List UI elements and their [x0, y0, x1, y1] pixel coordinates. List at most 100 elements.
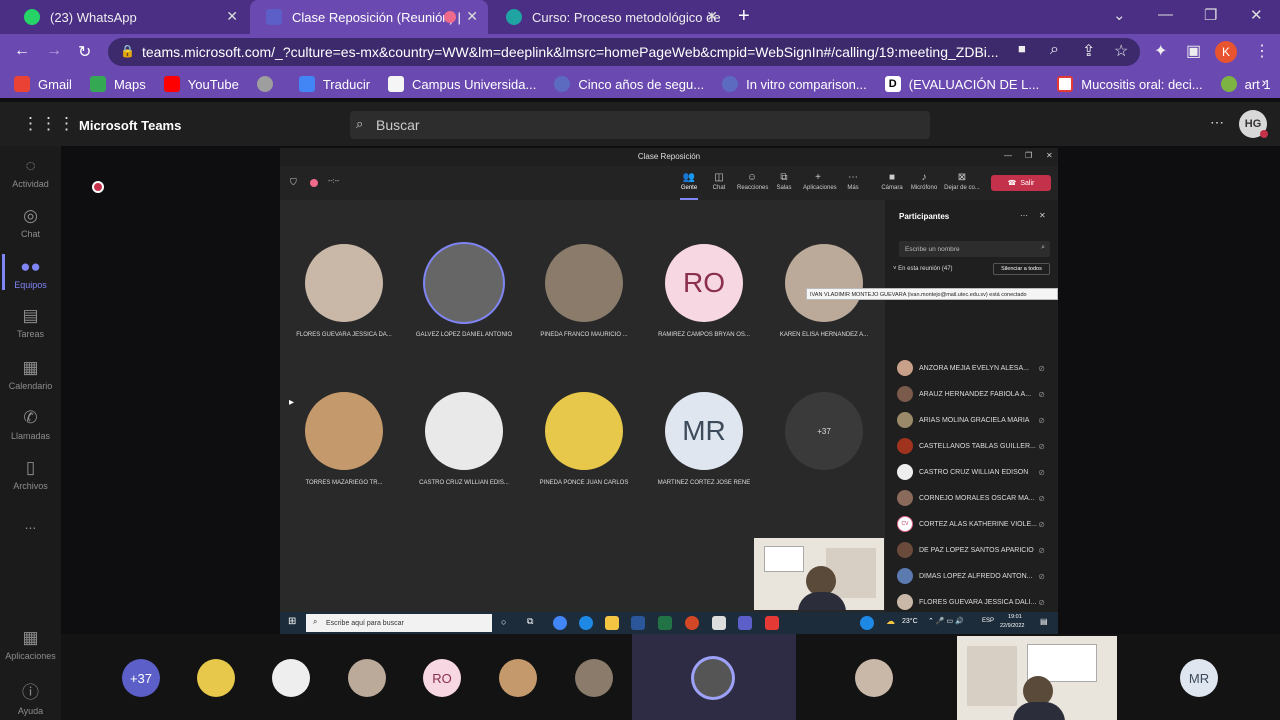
sidepanel-icon[interactable]: ▣ — [1186, 41, 1201, 61]
reload-icon[interactable]: ↻ — [78, 42, 91, 62]
pdf-icon — [1057, 76, 1074, 92]
tab-search-icon[interactable]: ⌄ — [1113, 6, 1126, 24]
profile-avatar[interactable]: K — [1215, 41, 1237, 63]
search-input[interactable]: ⌕ Buscar — [350, 111, 930, 139]
minimize-icon: — — [1004, 151, 1012, 160]
participant-name: PINEDA PONCE JUAN CARLOS — [539, 480, 629, 486]
more-options-icon[interactable]: ⋯ — [1210, 114, 1224, 131]
extensions-icon[interactable]: ✦ — [1154, 41, 1167, 61]
help-icon — [860, 616, 874, 630]
maximize-button[interactable]: ❐ — [1204, 6, 1217, 24]
search-icon: ⌕ — [1041, 244, 1045, 251]
self-view-tile[interactable] — [957, 636, 1117, 720]
window-image — [967, 646, 1017, 706]
minimize-button[interactable]: — — [1158, 6, 1173, 23]
avatar: RO — [665, 244, 743, 322]
people-button: 👥 Gente — [674, 172, 704, 191]
apps-button: + Aplicaciones — [803, 172, 837, 191]
close-icon[interactable]: ✕ — [706, 8, 718, 25]
bookmark-label: Mucositis oral: deci... — [1081, 76, 1203, 92]
rail-item-llamadas[interactable]: ✆ Llamadas — [0, 408, 61, 441]
share-icon[interactable]: ⇪ — [1082, 41, 1095, 61]
bookmark-invitro[interactable]: In vitro comparison... — [722, 76, 867, 92]
bookmark-youtube[interactable]: YouTube — [163, 76, 239, 92]
more-bookmarks-icon[interactable]: › — [1261, 74, 1266, 90]
rail-item-aplicaciones[interactable]: ▦ Aplicaciones — [0, 628, 61, 661]
rail-item-actividad[interactable]: ◌ Actividad — [0, 156, 61, 189]
bookmark-label: Campus Universida... — [412, 76, 537, 92]
bookmark-gmail[interactable]: Gmail — [14, 76, 72, 92]
participant-avatar[interactable] — [499, 659, 537, 697]
bookmark-label: art 1 — [1244, 76, 1271, 92]
app-launcher-icon[interactable]: ⋮⋮⋮ — [22, 114, 76, 134]
lock-icon: 🔒 — [120, 44, 135, 58]
powerpoint-icon — [685, 616, 699, 630]
rail-item-tareas[interactable]: ▤ Tareas — [0, 306, 61, 339]
tab-curso[interactable]: Curso: Proceso metodológico de ✕ — [490, 0, 728, 34]
avatar — [545, 244, 623, 322]
participant-avatar[interactable] — [575, 659, 613, 697]
bookmark-label: YouTube — [187, 76, 239, 92]
tray-icons: ⌃ 🎤 ▭ 🔊 — [928, 618, 964, 625]
toolbar-label: Reacciones — [737, 185, 769, 191]
recording-icon — [444, 11, 456, 23]
bookmark-evaluacion[interactable]: D (EVALUACIÓN DE L... — [884, 76, 1039, 92]
people-icon: 👥 — [682, 172, 696, 183]
menu-dots-icon[interactable]: ⋮ — [1254, 41, 1270, 61]
video-tile: TORRES MAZARIEGO TR... — [284, 392, 404, 486]
bookmark-maps[interactable]: Maps — [89, 76, 146, 92]
chat-icon: ◎ — [23, 206, 38, 225]
tab-whatsapp[interactable]: (23) WhatsApp ✕ — [8, 0, 248, 34]
bookmark-campus[interactable]: Campus Universida... — [388, 76, 536, 92]
avatar: MR — [665, 392, 743, 470]
close-window-button[interactable]: ✕ — [1250, 6, 1263, 24]
participant-row: FLORES GUEVARA JESSICA DALI... ⊘ — [897, 592, 1053, 612]
participant-avatar[interactable]: RO — [423, 659, 461, 697]
rail-item-chat[interactable]: ◎ Chat — [0, 206, 61, 239]
more-apps-icon[interactable]: ... — [0, 516, 61, 532]
bell-icon: ◌ — [25, 156, 36, 175]
bookmark-cinco[interactable]: Cinco años de segu... — [554, 76, 704, 92]
participant-avatar[interactable] — [348, 659, 386, 697]
reactions-icon: ☺ — [746, 172, 758, 183]
rail-item-archivos[interactable]: ▯ Archivos — [0, 458, 61, 491]
overflow-count-avatar[interactable]: +37 — [122, 659, 160, 697]
rail-item-equipos[interactable]: ●● Equipos — [0, 257, 61, 290]
participant-avatar[interactable] — [694, 659, 732, 697]
address-row: ← → ↻ 🔒 teams.microsoft.com/_?culture=es… — [0, 34, 1280, 70]
temperature: 23°C — [902, 618, 918, 625]
tab-teams-meeting[interactable]: Clase Reposición (Reunión) | ✕ — [250, 0, 488, 34]
rail-item-ayuda[interactable]: ⓘ Ayuda — [0, 678, 61, 716]
mic-icon: ♪ — [921, 172, 927, 183]
bookmark-label: Cinco años de segu... — [578, 76, 705, 92]
windows-search: ⌕ Escribe aquí para buscar — [306, 614, 492, 632]
forward-arrow-icon[interactable]: → — [46, 42, 62, 60]
rail-item-calendario[interactable]: ▦ Calendario — [0, 358, 61, 391]
participant-avatar[interactable]: MR — [1180, 659, 1218, 697]
windows-taskbar: ⊞ ⌕ Escribe aquí para buscar ○ ⧉ ☁ 23°C … — [280, 612, 1058, 634]
participant-avatar[interactable] — [197, 659, 235, 697]
avatar — [897, 360, 913, 376]
participant-name: ARIAS MOLINA GRACIELA MARIA — [919, 416, 1030, 424]
zoom-icon[interactable]: ⌕ — [1050, 41, 1059, 59]
camera-icon[interactable]: ■ — [1018, 41, 1026, 56]
address-bar[interactable]: 🔒 teams.microsoft.com/_?culture=es-mx&co… — [108, 38, 1140, 66]
participant-avatar[interactable] — [272, 659, 310, 697]
avatar — [425, 244, 503, 322]
bookmark-traducir[interactable]: Traducir — [298, 76, 371, 92]
more-icon: ⋯ — [1020, 211, 1028, 220]
participant-name: PINEDA FRANCO MAURICIO ... — [540, 332, 628, 338]
back-arrow-icon[interactable]: ← — [14, 42, 30, 60]
bookmark-mucositis[interactable]: Mucositis oral: deci... — [1057, 76, 1203, 92]
new-tab-button[interactable]: + — [738, 5, 750, 28]
bookmark-star-icon[interactable]: ☆ — [1114, 41, 1128, 61]
chrome-icon — [553, 616, 567, 630]
participant-name: CASTRO CRUZ WILLIAN EDISON — [919, 468, 1029, 476]
close-icon[interactable]: ✕ — [226, 8, 238, 25]
participant-avatar[interactable] — [855, 659, 893, 697]
bookmark-globe[interactable] — [256, 76, 281, 92]
avatar — [785, 244, 863, 322]
bookmark-label: Traducir — [322, 76, 371, 92]
close-icon[interactable]: ✕ — [466, 8, 478, 25]
calculator-icon — [712, 616, 726, 630]
